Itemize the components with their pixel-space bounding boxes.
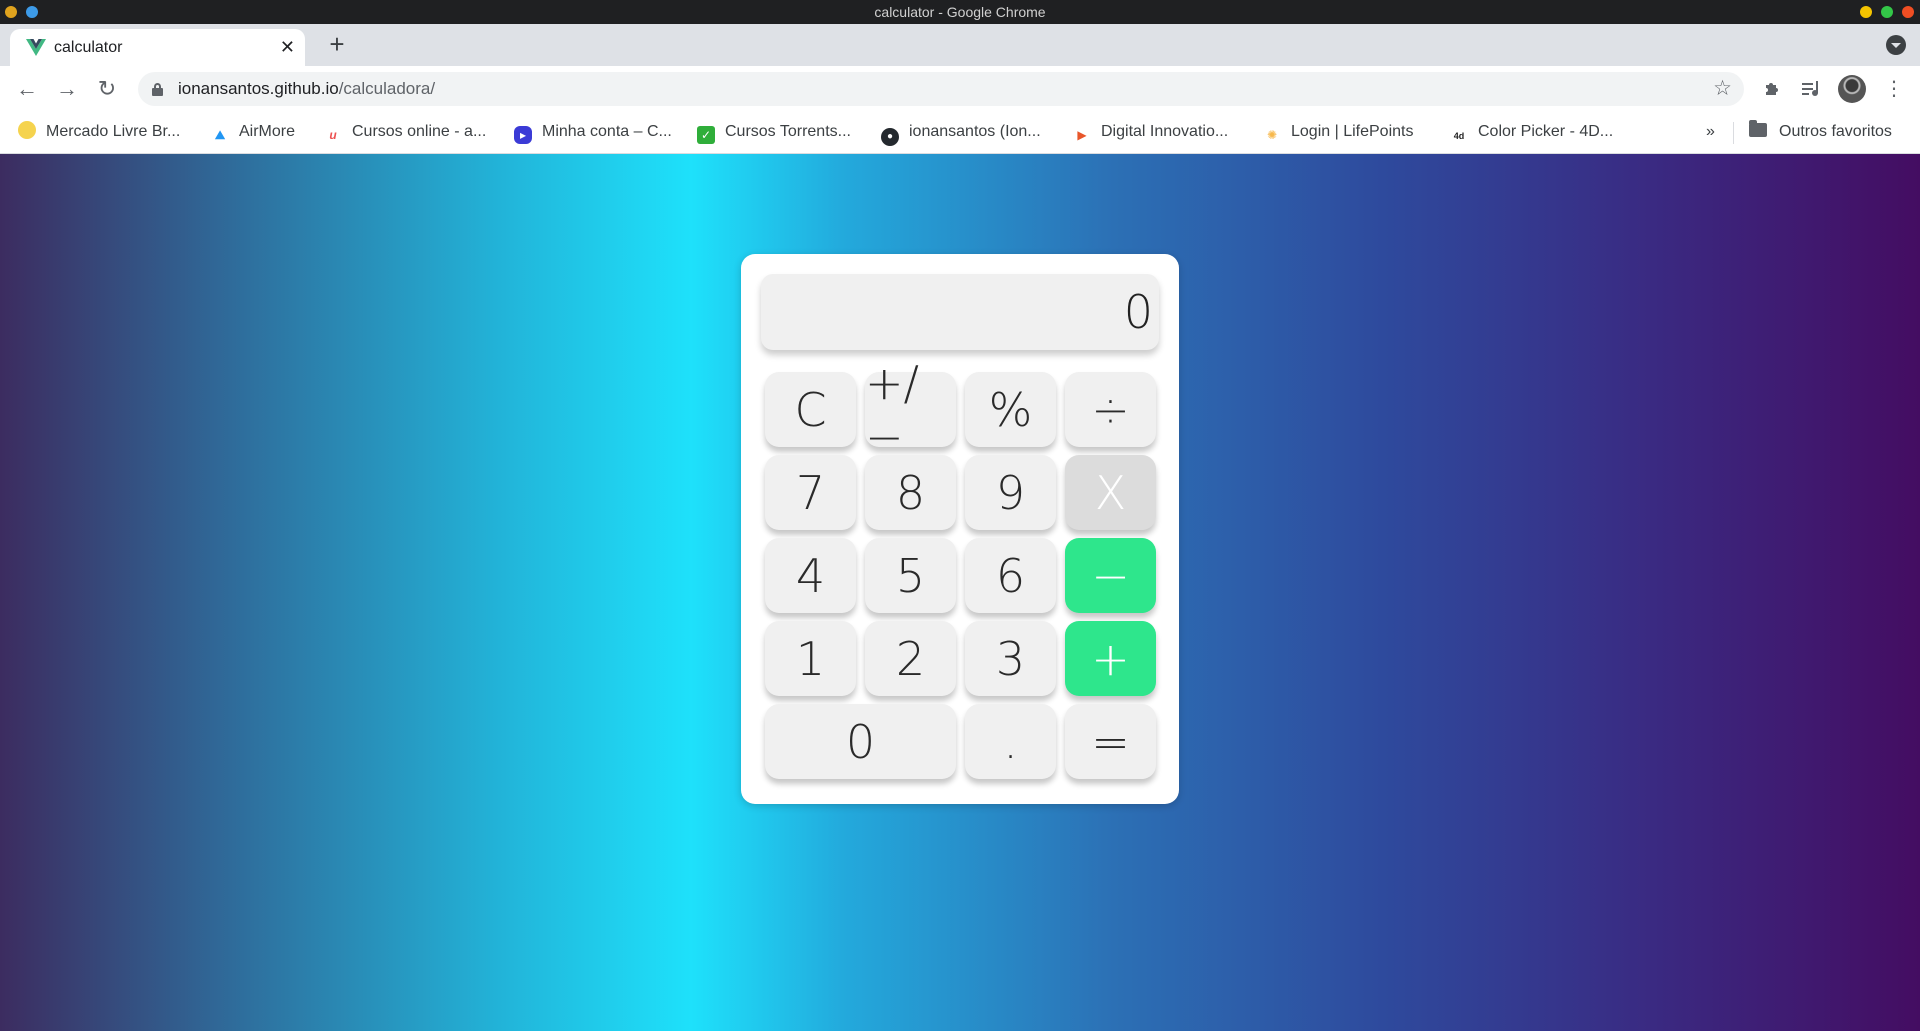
- lock-icon[interactable]: [152, 83, 163, 96]
- window-title: calculator - Google Chrome: [874, 4, 1046, 20]
- new-tab-button[interactable]: +: [322, 29, 352, 59]
- tab-calculator[interactable]: calculator ✕: [10, 29, 305, 66]
- digit-3-button[interactable]: 3: [965, 621, 1056, 696]
- github-icon: ●: [881, 128, 899, 146]
- url-text[interactable]: ionansantos.github.io/calculadora/: [178, 72, 435, 106]
- page-viewport: 0 C +/−% ÷ 7 8 9 X 4 5 6− 1 2 3 +0. =: [0, 154, 1920, 1031]
- tab-title: calculator: [54, 39, 123, 56]
- bookmark-star-icon[interactable]: ☆: [1713, 72, 1732, 106]
- digit-9-button[interactable]: 9: [965, 455, 1056, 530]
- bookmark-label: Login | LifePoints: [1291, 123, 1414, 140]
- vue-logo-icon: [26, 39, 46, 56]
- bookmarks-divider: [1733, 122, 1734, 144]
- bookmark-lifepoints[interactable]: ✺ Login | LifePoints: [1263, 112, 1414, 152]
- tab-close-icon[interactable]: ✕: [280, 29, 295, 66]
- bookmark-github[interactable]: ● ionansantos (Ion...: [881, 112, 1041, 152]
- bookmarks-bar: Mercado Livre Br... ⛰ AirMore u Cursos onl…: [0, 112, 1920, 154]
- reload-icon[interactable]: ↻: [92, 74, 122, 104]
- bookmarks-overflow-chevron-icon[interactable]: »: [1706, 112, 1715, 152]
- calculator-display: 0: [761, 274, 1159, 350]
- media-queue-icon[interactable]: [1797, 74, 1827, 104]
- bookmark-cursos-online[interactable]: u Cursos online - a...: [324, 112, 486, 152]
- bookmark-minha-conta[interactable]: ▸ Minha conta – C...: [514, 112, 672, 152]
- dio-icon: ▶: [1077, 128, 1087, 142]
- bookmark-dio[interactable]: ▶ Digital Innovatio...: [1073, 112, 1228, 152]
- forward-arrow-icon[interactable]: →: [52, 74, 82, 104]
- sign-toggle-button[interactable]: +/−: [865, 356, 956, 464]
- url-host: ionansantos.github.io: [178, 79, 339, 98]
- cursos-torrents-icon: ✓: [697, 126, 715, 144]
- digit-0-button[interactable]: 0: [765, 704, 956, 779]
- udemy-icon: u: [329, 128, 337, 142]
- bookmark-label: ionansantos (Ion...: [909, 123, 1041, 140]
- minha-conta-icon: ▸: [514, 126, 532, 144]
- calculator: 0 C +/−% ÷ 7 8 9 X 4 5 6− 1 2 3 +0. =: [741, 254, 1179, 804]
- browser-toolbar: ← → ↻ ionansantos.github.io/calculadora/…: [0, 66, 1920, 112]
- menu-icon[interactable]: ⋮: [1879, 74, 1909, 104]
- mercado-livre-icon: [18, 121, 36, 139]
- bookmark-label: Cursos online - a...: [352, 123, 487, 140]
- calculator-keypad: C +/−% ÷ 7 8 9 X 4 5 6− 1 2 3 +0. =: [765, 356, 1156, 779]
- digit-2-button[interactable]: 2: [865, 621, 956, 696]
- multiply-button[interactable]: X: [1065, 455, 1156, 530]
- back-arrow-icon[interactable]: ←: [12, 74, 42, 104]
- bookmark-label: Minha conta – C...: [542, 123, 672, 140]
- decimal-button[interactable]: .: [965, 704, 1056, 779]
- bookmark-label: Mercado Livre Br...: [46, 123, 181, 140]
- digit-1-button[interactable]: 1: [765, 621, 856, 696]
- address-bar[interactable]: ionansantos.github.io/calculadora/ ☆: [138, 72, 1744, 106]
- lifepoints-icon: ✺: [1266, 128, 1278, 142]
- profile-avatar[interactable]: [1838, 75, 1866, 103]
- digit-4-button[interactable]: 4: [765, 538, 856, 613]
- maximize-button[interactable]: [1881, 6, 1893, 18]
- tab-strip: calculator ✕ +: [0, 24, 1920, 66]
- divide-button[interactable]: ÷: [1065, 372, 1156, 447]
- os-title-bar: calculator - Google Chrome: [0, 0, 1920, 24]
- digit-6-button[interactable]: 6: [965, 538, 1056, 613]
- folder-icon: [1749, 120, 1767, 137]
- bookmark-airmore[interactable]: ⛰ AirMore: [211, 112, 295, 152]
- tab-search-icon[interactable]: [1886, 35, 1906, 55]
- url-path: /calculadora/: [338, 79, 436, 98]
- close-window-button[interactable]: [1902, 6, 1914, 18]
- bookmark-label: Outros favoritos: [1779, 123, 1892, 140]
- minimize-button[interactable]: [1860, 6, 1872, 18]
- digit-7-button[interactable]: 7: [765, 455, 856, 530]
- equals-button[interactable]: =: [1065, 704, 1156, 779]
- clear-button[interactable]: C: [765, 372, 856, 447]
- puzzle-icon[interactable]: [1757, 74, 1787, 104]
- bookmark-label: Color Picker - 4D...: [1478, 123, 1614, 140]
- airmore-icon: ⛰: [214, 128, 226, 142]
- bookmark-other-folder[interactable]: Outros favoritos: [1749, 112, 1892, 152]
- bookmark-color-picker[interactable]: 4d Color Picker - 4D...: [1450, 112, 1613, 152]
- bookmark-cursos-torrents[interactable]: ✓ Cursos Torrents...: [697, 112, 851, 152]
- color-picker-icon: 4d: [1453, 131, 1465, 141]
- add-button[interactable]: +: [1065, 621, 1156, 696]
- subtract-button[interactable]: −: [1065, 538, 1156, 613]
- bookmark-label: Digital Innovatio...: [1101, 123, 1229, 140]
- bookmark-mercado-livre[interactable]: Mercado Livre Br...: [18, 112, 180, 152]
- digit-5-button[interactable]: 5: [865, 538, 956, 613]
- bookmark-label: Cursos Torrents...: [725, 123, 851, 140]
- percent-button[interactable]: %: [965, 372, 1056, 447]
- bookmark-label: AirMore: [239, 123, 296, 140]
- digit-8-button[interactable]: 8: [865, 455, 956, 530]
